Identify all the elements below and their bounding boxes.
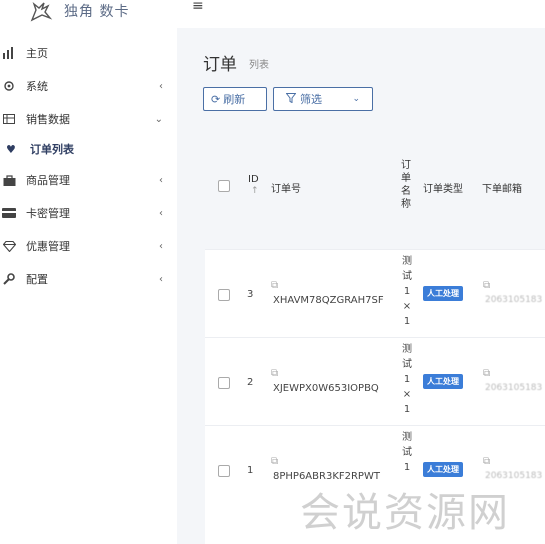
sidebar-item-products[interactable]: 商品管理 ‹ [0,168,177,192]
column-header-order-name[interactable]: 订 单 名 称 [401,159,411,211]
sidebar-item-label: 卡密管理 [26,207,70,220]
order-id: 3 [247,289,254,300]
column-header-order-no[interactable]: 订单号 [271,180,301,195]
order-id: 1 [247,465,254,476]
page-subtitle: 列表 [249,60,269,71]
select-all-checkbox[interactable] [218,180,230,192]
sidebar-item-label: 优惠管理 [26,240,70,253]
table-header: ID ↑ 订单号 订 单 名 称 订单类型 下单邮箱 [205,123,545,249]
copy-icon[interactable]: ⧉ [483,280,490,291]
order-number: XHAVM78QZGRAH7SF [273,295,384,306]
row-checkbox[interactable] [218,465,230,477]
chevron-left-icon: ‹ [159,273,163,285]
order-name: 测 试 1 × 1 [402,256,412,327]
sort-arrow-icon[interactable]: ↑ [251,186,259,196]
watermark: 会说资源网 [300,490,510,536]
sidebar-item-card-keys[interactable]: 卡密管理 ‹ [0,201,177,225]
chevron-down-icon: ⌄ [154,113,163,125]
sidebar-item-label: 商品管理 [26,174,70,187]
filter-icon [285,92,297,106]
order-type-badge: 人工处理 [423,286,463,301]
sidebar-item-label: 销售数据 [26,113,70,126]
column-header-order-type[interactable]: 订单类型 [423,180,463,195]
sidebar-item-order-list[interactable]: 订单列表 [16,137,177,161]
refresh-button[interactable]: ⟳ 刷新 [203,87,267,111]
wrench-icon [2,272,16,286]
shopping-bag-icon [2,173,16,187]
table-row[interactable]: 2 ⧉ XJEWPX0W653IOPBQ 测 试 1 × 1 人工处理 ⧉ 20… [205,337,545,425]
column-header-id[interactable]: ID [248,174,259,185]
sidebar-item-sales-data[interactable]: 销售数据 ⌄ [0,107,177,131]
table-icon [2,112,16,126]
unicorn-logo-icon [30,1,53,22]
page-title: 订单 [203,55,237,75]
order-email: 2063105183 [485,383,543,393]
table-row[interactable]: 3 ⧉ XHAVM78QZGRAH7SF 测 试 1 × 1 人工处理 ⧉ 20… [205,249,545,337]
refresh-icon: ⟳ [211,92,221,106]
gear-icon [2,79,16,93]
row-checkbox[interactable] [218,289,230,301]
sidebar-item-system[interactable]: 系统 ‹ [0,74,177,98]
order-number: XJEWPX0W653IOPBQ [273,383,379,394]
sidebar-item-settings[interactable]: 配置 ‹ [0,267,177,291]
sidebar: 独角 数卡 主页 系统 ‹ 销售数据 ⌄ ♥ 订单列表 商品管理 ‹ 卡密管理 … [0,0,177,544]
sidebar-item-label: 配置 [26,273,48,286]
sidebar-item-label: 系统 [26,80,48,93]
row-checkbox[interactable] [218,377,230,389]
filter-button[interactable]: 筛选 ⌄ [273,87,373,111]
refresh-label: 刷新 [223,93,246,106]
sidebar-item-label: 主页 [26,47,48,60]
sidebar-item-home[interactable]: 主页 [0,41,177,65]
bar-chart-icon [2,46,16,60]
copy-icon[interactable]: ⧉ [271,368,278,379]
order-id: 2 [247,377,254,388]
copy-icon[interactable]: ⧉ [483,368,490,379]
credit-card-icon [2,206,16,220]
order-email: 2063105183 [485,295,543,305]
order-type-badge: 人工处理 [423,374,463,389]
chevron-left-icon: ‹ [159,207,163,219]
brand-name: 独角 数卡 [64,4,130,20]
hamburger-icon[interactable]: ≡ [192,0,204,14]
main-content: 订单 列表 ⟳ 刷新 筛选 ⌄ ID ↑ 订单号 订 单 名 称 订单类型 下单… [177,28,545,544]
diamond-icon [2,239,16,253]
order-type-badge: 人工处理 [423,462,463,477]
order-name: 测 试 1 × 1 [402,344,412,415]
chevron-down-icon: ⌄ [352,94,360,104]
sidebar-item-discounts[interactable]: 优惠管理 ‹ [0,234,177,258]
chevron-left-icon: ‹ [159,174,163,186]
order-name: 测 试 1 [402,432,412,473]
chevron-left-icon: ‹ [159,80,163,92]
brand[interactable]: 独角 数卡 [28,0,129,22]
heart-icon: ♥ [6,143,16,156]
chevron-left-icon: ‹ [159,240,163,252]
copy-icon[interactable]: ⧉ [483,456,490,467]
copy-icon[interactable]: ⧉ [271,280,278,291]
filter-label: 筛选 [300,93,322,106]
copy-icon[interactable]: ⧉ [271,456,278,467]
topbar: ≡ [177,0,545,28]
sidebar-item-label: 订单列表 [30,143,74,156]
column-header-email[interactable]: 下单邮箱 [482,180,522,195]
